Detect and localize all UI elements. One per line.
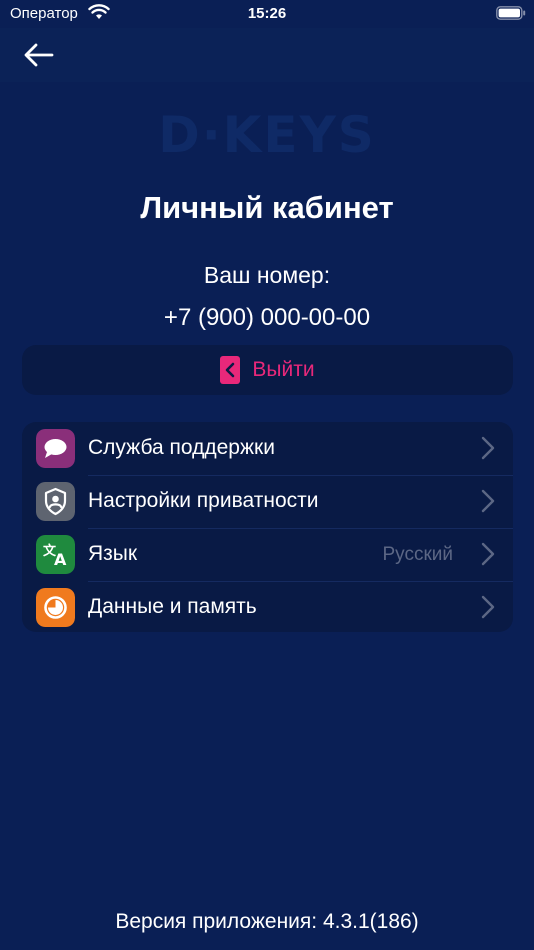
chevron-right-icon (481, 436, 495, 460)
arrow-left-icon[interactable] (22, 40, 56, 70)
settings-menu: Служба поддержки Настройки приватности 文… (22, 422, 513, 632)
chevron-right-icon (481, 542, 495, 566)
menu-item-privacy[interactable]: Настройки приватности (22, 475, 513, 528)
logout-door-icon (220, 356, 241, 384)
translate-icon: 文 A (36, 535, 75, 574)
chevron-right-icon (481, 595, 495, 619)
nav-bar (0, 28, 534, 82)
menu-item-data-storage[interactable]: Данные и память (22, 581, 513, 632)
phone-number-label: Ваш номер: (203, 262, 331, 288)
logout-button[interactable]: Выйти (22, 345, 513, 395)
status-bar: Оператор 15:26 (0, 0, 534, 28)
clock: 15:26 (247, 5, 287, 22)
app-logo: D·KEYS (158, 106, 376, 164)
svg-text:A: A (54, 550, 67, 569)
menu-item-label: Настройки приватности (88, 489, 319, 512)
shield-user-icon (36, 482, 75, 521)
chevron-right-icon (481, 489, 495, 513)
menu-item-label: Данные и память (88, 595, 257, 618)
page-title: Личный кабинет (140, 190, 394, 225)
phone-number-value: +7 (900) 000-00-00 (163, 304, 371, 331)
battery-icon (496, 6, 526, 20)
menu-item-label: Служба поддержки (88, 436, 275, 459)
chat-bubble-icon (36, 429, 75, 468)
menu-item-label: Язык (88, 542, 138, 565)
logout-label: Выйти (252, 358, 315, 381)
menu-item-support[interactable]: Служба поддержки (22, 422, 513, 475)
menu-item-language[interactable]: 文 A Язык Русский (22, 528, 513, 581)
storage-pie-icon (36, 588, 75, 627)
app-version: Версия приложения: 4.3.1(186) (115, 910, 419, 933)
menu-item-value: Русский (382, 544, 454, 565)
